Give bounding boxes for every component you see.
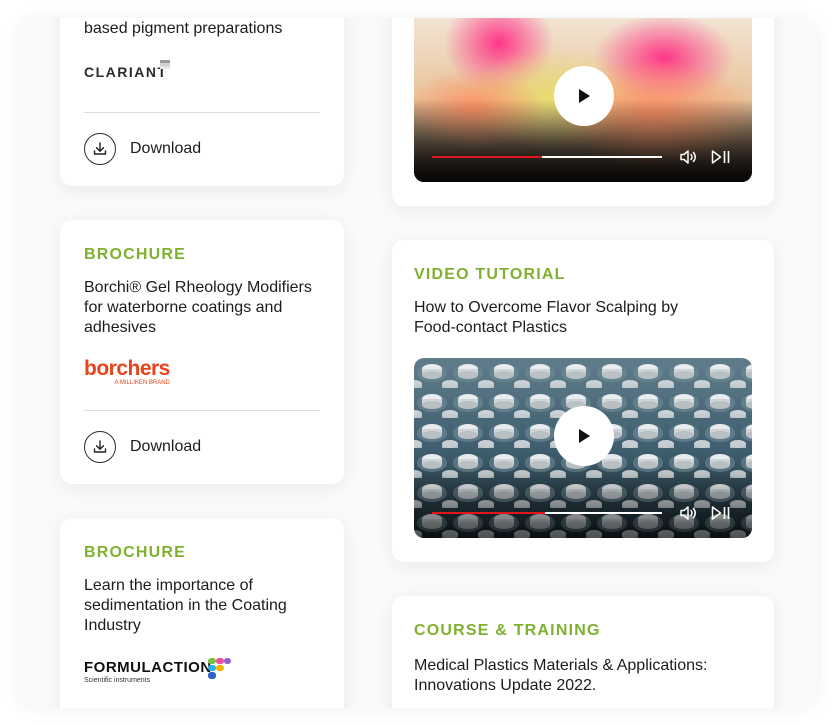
- volume-icon[interactable]: [679, 149, 699, 165]
- play-icon: [579, 429, 590, 443]
- play-button[interactable]: [554, 406, 614, 466]
- download-label: Download: [130, 438, 202, 455]
- divider: [84, 112, 320, 113]
- progress-bar[interactable]: [432, 512, 662, 514]
- volume-icon[interactable]: [679, 505, 699, 521]
- download-label: Download: [130, 140, 202, 157]
- progress-bar[interactable]: [432, 156, 662, 158]
- card-kicker: BROCHURE: [84, 246, 187, 263]
- download-button[interactable]: Download: [84, 431, 201, 463]
- formulaction-logo-mark: [208, 658, 231, 679]
- card-title: Borchi® Gel Rheology Modifiers for water…: [84, 279, 312, 336]
- play-pause-icon[interactable]: [711, 505, 731, 521]
- download-icon: [84, 133, 116, 165]
- clariant-logo-mark: [160, 60, 170, 69]
- borchers-logo-text: borchers: [84, 357, 170, 380]
- card-kicker: BROCHURE: [84, 544, 187, 561]
- course-training-card: COURSE & TRAINING Medical Plastics Mater…: [392, 596, 774, 708]
- progress-fill: [432, 156, 543, 158]
- video-card: [392, 18, 774, 206]
- borchers-brochure-card: BROCHURE Borchi® Gel Rheology Modifiers …: [60, 220, 344, 484]
- formulaction-brochure-card: BROCHURE Learn the importance of sedimen…: [60, 518, 344, 708]
- card-title: Medical Plastics Materials & Application…: [414, 657, 708, 694]
- formulaction-logo: FORMULACTION Scientific instruments: [84, 658, 234, 684]
- progress-fill: [432, 512, 545, 514]
- divider: [84, 410, 320, 411]
- clariant-logo: CLARIANT: [84, 60, 170, 86]
- play-button[interactable]: [554, 66, 614, 126]
- clariant-card: based pigment preparations CLARIANT Down…: [60, 18, 344, 186]
- play-icon: [579, 89, 590, 103]
- card-kicker: VIDEO TUTORIAL: [414, 266, 566, 283]
- content-frame: based pigment preparations CLARIANT Down…: [18, 18, 818, 708]
- video-player[interactable]: [414, 18, 752, 182]
- play-pause-icon[interactable]: [711, 149, 731, 165]
- clariant-logo-text: CLARIANT: [84, 64, 168, 80]
- card-title: How to Overcome Flavor Scalping by Food-…: [414, 299, 679, 336]
- card-title: Learn the importance of sedimentation in…: [84, 577, 287, 634]
- video-player[interactable]: [414, 358, 752, 538]
- download-button[interactable]: Download: [84, 133, 201, 165]
- download-icon: [84, 431, 116, 463]
- card-kicker: COURSE & TRAINING: [414, 622, 601, 639]
- borchers-logo-tagline: A MILLIKEN BRAND: [114, 380, 170, 386]
- card-title: based pigment preparations: [84, 20, 283, 37]
- video-tutorial-card: VIDEO TUTORIAL How to Overcome Flavor Sc…: [392, 240, 774, 562]
- borchers-logo: borchers A MILLIKEN BRAND: [84, 358, 170, 386]
